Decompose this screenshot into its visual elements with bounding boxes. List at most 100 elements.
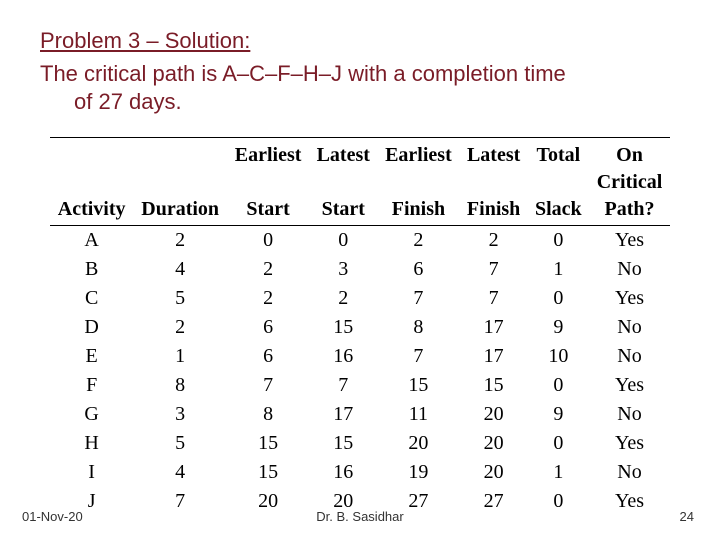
cell-ef: 11 [377,400,459,429]
table-row: A200220Yes [50,226,670,256]
cell-duration: 2 [133,226,227,256]
cell-lf: 15 [459,371,527,400]
cell-crit: Yes [589,371,670,400]
subtitle-line-1: The critical path is A–C–F–H–J with a co… [40,61,566,86]
cell-crit: No [589,313,670,342]
cell-lf: 7 [459,255,527,284]
table-row: C522770Yes [50,284,670,313]
cell-ef: 7 [377,342,459,371]
col-es-top: Earliest [227,138,309,170]
slide: Problem 3 – Solution: The critical path … [0,0,720,540]
cell-es: 6 [227,342,309,371]
cell-crit: Yes [589,284,670,313]
col-ls-top: Latest [309,138,377,170]
slide-subtitle: The critical path is A–C–F–H–J with a co… [40,60,680,115]
table-row: D26158179No [50,313,670,342]
cell-slack: 9 [528,313,589,342]
cell-slack: 10 [528,342,589,371]
cell-ef: 8 [377,313,459,342]
col-crit-bot: Path? [589,196,670,226]
cell-ls: 7 [309,371,377,400]
cell-ef: 15 [377,371,459,400]
cell-es: 8 [227,400,309,429]
cell-ls: 3 [309,255,377,284]
cell-ls: 2 [309,284,377,313]
cell-crit: Yes [589,429,670,458]
cell-crit: Yes [589,226,670,256]
schedule-table-wrap: Earliest Latest Earliest Latest Total On… [50,137,670,516]
cell-es: 15 [227,429,309,458]
table-row: F87715150Yes [50,371,670,400]
cell-crit: No [589,458,670,487]
cell-es: 0 [227,226,309,256]
cell-ef: 2 [377,226,459,256]
table-header: Earliest Latest Earliest Latest Total On… [50,138,670,226]
cell-lf: 20 [459,429,527,458]
cell-crit: No [589,342,670,371]
table-body: A200220YesB423671NoC522770YesD26158179No… [50,226,670,517]
col-ef-top: Earliest [377,138,459,170]
cell-es: 15 [227,458,309,487]
cell-ef: 7 [377,284,459,313]
cell-duration: 4 [133,458,227,487]
cell-activity: B [50,255,133,284]
col-duration: Duration [133,196,227,226]
cell-es: 2 [227,284,309,313]
cell-ls: 0 [309,226,377,256]
col-crit-top: On [589,138,670,170]
cell-ls: 17 [309,400,377,429]
table-row: G381711209No [50,400,670,429]
cell-slack: 0 [528,371,589,400]
cell-activity: A [50,226,133,256]
cell-duration: 5 [133,429,227,458]
cell-es: 6 [227,313,309,342]
cell-activity: D [50,313,133,342]
cell-duration: 2 [133,313,227,342]
cell-ls: 16 [309,342,377,371]
table-row: E161671710No [50,342,670,371]
cell-slack: 9 [528,400,589,429]
col-slack-top: Total [528,138,589,170]
cell-ef: 6 [377,255,459,284]
table-row: B423671No [50,255,670,284]
cell-slack: 0 [528,429,589,458]
cell-duration: 3 [133,400,227,429]
cell-es: 2 [227,255,309,284]
col-activity: Activity [50,196,133,226]
footer-page: 24 [680,509,694,524]
cell-lf: 2 [459,226,527,256]
cell-ef: 19 [377,458,459,487]
col-lf-top: Latest [459,138,527,170]
cell-ls: 16 [309,458,377,487]
cell-duration: 1 [133,342,227,371]
col-es-bot: Start [227,196,309,226]
cell-lf: 17 [459,342,527,371]
cell-duration: 8 [133,371,227,400]
table-row: H5151520200Yes [50,429,670,458]
cell-crit: No [589,400,670,429]
cell-ls: 15 [309,429,377,458]
cell-lf: 17 [459,313,527,342]
col-ls-bot: Start [309,196,377,226]
cell-crit: No [589,255,670,284]
footer-lecturer: Dr. B. Sasidhar [0,509,720,524]
cell-slack: 0 [528,226,589,256]
cell-ef: 20 [377,429,459,458]
cell-ls: 15 [309,313,377,342]
cell-duration: 5 [133,284,227,313]
col-lf-bot: Finish [459,196,527,226]
cell-activity: C [50,284,133,313]
schedule-table: Earliest Latest Earliest Latest Total On… [50,137,670,516]
slide-title: Problem 3 – Solution: [40,28,680,54]
col-ef-bot: Finish [377,196,459,226]
cell-slack: 1 [528,255,589,284]
cell-lf: 7 [459,284,527,313]
cell-activity: I [50,458,133,487]
cell-activity: H [50,429,133,458]
table-row: I4151619201No [50,458,670,487]
subtitle-line-2: of 27 days. [40,89,182,114]
cell-activity: F [50,371,133,400]
col-slack-bot: Slack [528,196,589,226]
cell-lf: 20 [459,458,527,487]
cell-slack: 1 [528,458,589,487]
